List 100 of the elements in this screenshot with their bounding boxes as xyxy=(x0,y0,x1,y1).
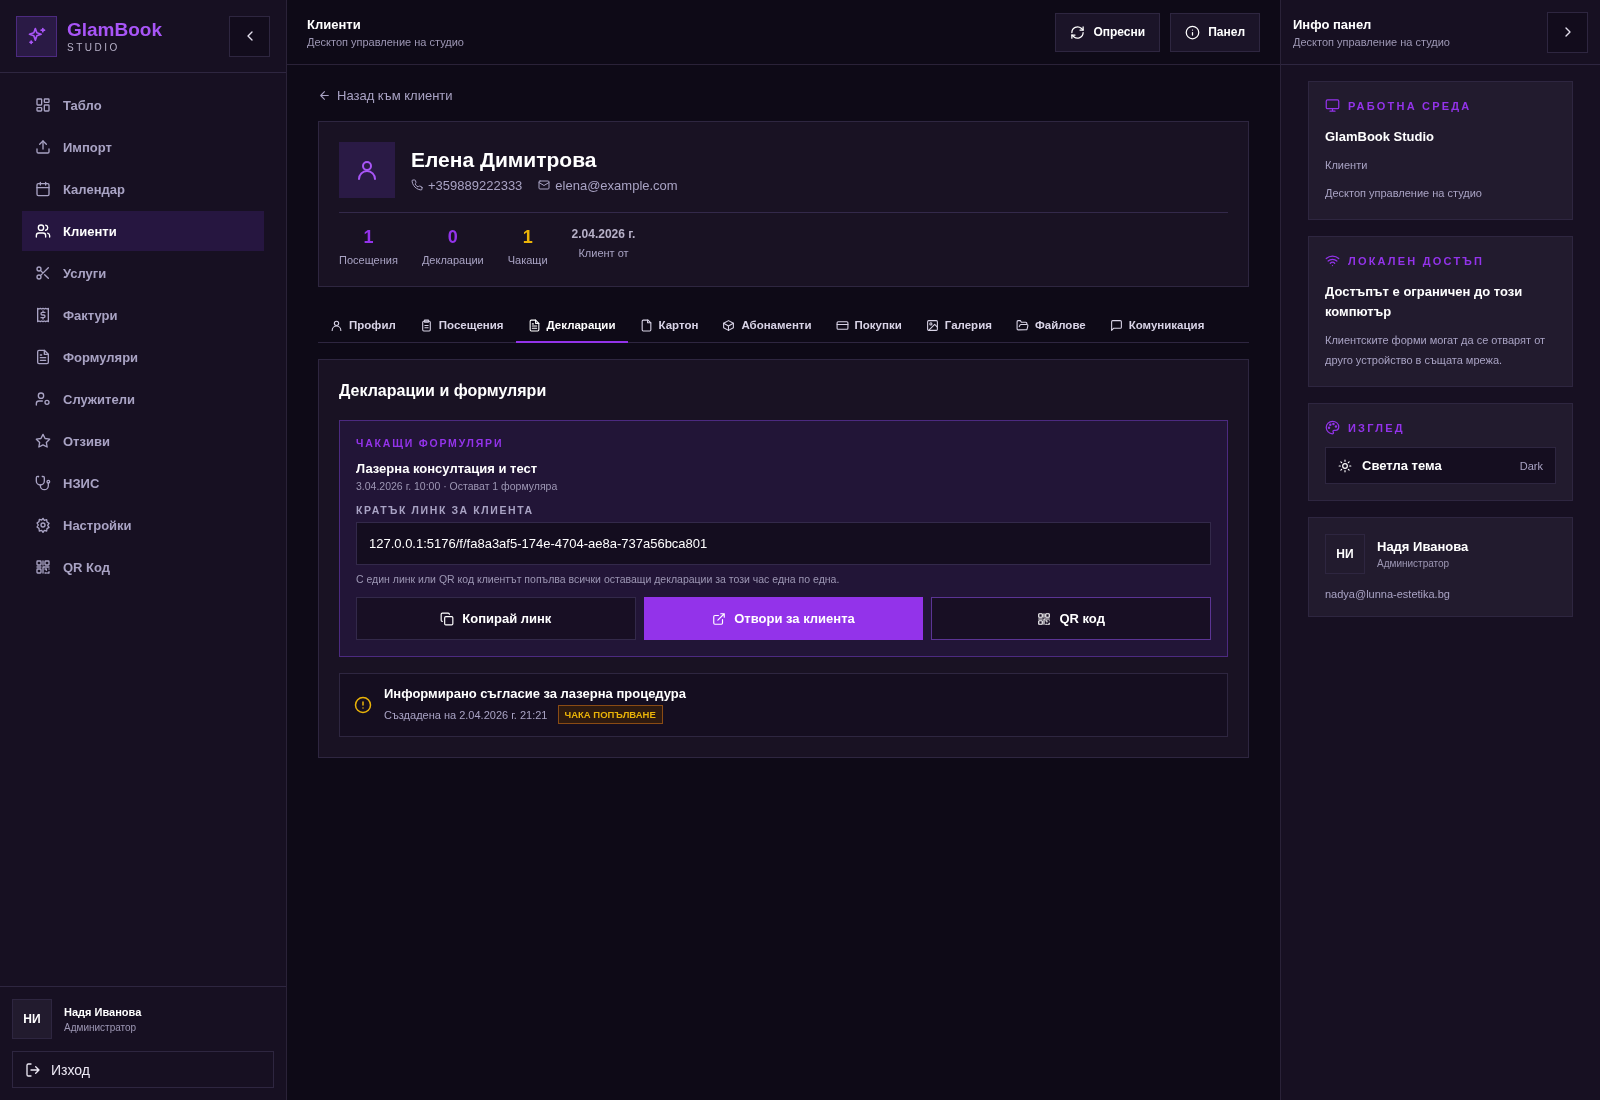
link-hint: С един линк или QR код клиентът попълва всички оставащи декларации за този час една по една. xyxy=(356,573,841,585)
credit-card-icon xyxy=(835,318,849,332)
receipt-icon xyxy=(35,307,51,323)
card-heading: ИЗГЛЕД xyxy=(1348,421,1405,434)
brand-name: GlamBook xyxy=(67,19,163,39)
sidebar-item[interactable]: Настройки xyxy=(22,505,264,545)
client-email: elena@example.com xyxy=(555,177,678,193)
user-icon xyxy=(330,318,343,332)
stat-value: 2.04.2026 г. xyxy=(571,227,636,241)
open-for-client-button[interactable]: Отвори за клиента xyxy=(643,597,924,640)
qr-code-button[interactable]: QR код xyxy=(931,597,1211,640)
tab[interactable]: Декларации xyxy=(515,309,628,343)
refresh-button[interactable]: Опресни xyxy=(1055,12,1161,52)
theme-toggle[interactable]: Светла тема Dark xyxy=(1325,447,1556,484)
mail-icon xyxy=(538,179,551,191)
panel-button[interactable]: Панел xyxy=(1170,12,1260,52)
image-icon xyxy=(925,318,939,332)
grid-icon xyxy=(35,97,51,113)
panel-title: Инфо панел xyxy=(1293,16,1373,32)
collapse-panel-button[interactable] xyxy=(1547,11,1588,53)
workspace-page: Клиенти xyxy=(1325,158,1369,173)
sun-icon xyxy=(1338,458,1352,473)
arrow-left-icon xyxy=(318,88,331,102)
section-title: Декларации и формуляри xyxy=(339,382,548,400)
tab[interactable]: Посещения xyxy=(407,309,516,343)
sidebar-item[interactable]: Услуги xyxy=(22,253,264,293)
external-link-icon xyxy=(712,611,727,626)
stat-value: 1 xyxy=(363,227,374,248)
qr-code-icon xyxy=(1037,611,1052,626)
appointment-title: Лазерна консултация и тест xyxy=(356,461,539,476)
user-role: Администратор xyxy=(1377,558,1451,569)
sidebar-item[interactable]: Табло xyxy=(22,85,264,125)
status-badge: ЧАКА ПОПЪЛВАНЕ xyxy=(557,705,663,724)
appointment-meta: 3.04.2026 г. 10:00 · Остават 1 формуляра xyxy=(356,480,559,492)
star-icon xyxy=(35,433,51,449)
access-title: Достъпът е ограничен до този компютър xyxy=(1325,283,1524,321)
pending-heading: ЧАКАЩИ ФОРМУЛЯРИ xyxy=(356,437,505,449)
info-icon xyxy=(1185,24,1201,40)
declaration-title: Информирано съгласие за лазерна процедура xyxy=(384,686,686,701)
document-icon xyxy=(35,349,51,365)
sidebar-item[interactable]: Формуляри xyxy=(22,337,264,377)
page-title: Клиенти xyxy=(307,16,362,32)
card-heading: ЛОКАЛЕН ДОСТЪП xyxy=(1348,254,1485,267)
logout-icon xyxy=(25,1061,41,1078)
stat-value: 1 xyxy=(522,227,533,248)
client-phone: +359889222333 xyxy=(428,177,523,193)
link-label: КРАТЪК ЛИНК ЗА КЛИЕНТА xyxy=(356,504,535,516)
wifi-icon xyxy=(1325,253,1340,268)
copy-link-button[interactable]: Копирай линк xyxy=(356,597,636,640)
declaration-created: Създадена на 2.04.2026 г. 21:21 xyxy=(384,708,548,721)
sidebar-item[interactable]: Служители xyxy=(22,379,264,419)
stat-value: 0 xyxy=(447,227,458,248)
user-role: Администратор xyxy=(64,1021,138,1033)
tab[interactable]: Галерия xyxy=(913,309,1004,343)
clipboard-icon xyxy=(419,318,433,332)
user-email: nadya@lunna-estetika.bg xyxy=(1325,588,1451,600)
refresh-icon xyxy=(1070,24,1086,40)
tab[interactable]: Комуникация xyxy=(1097,309,1217,343)
tab[interactable]: Абонаменти xyxy=(710,309,824,343)
users-icon xyxy=(35,223,51,239)
alert-icon xyxy=(354,696,372,714)
folder-icon xyxy=(1015,318,1029,332)
tab[interactable]: Покупки xyxy=(823,309,914,343)
document-icon xyxy=(527,318,541,332)
stat-label: Посещения xyxy=(339,254,398,266)
scissors-icon xyxy=(35,265,51,281)
page-subtitle: Десктоп управление на студио xyxy=(307,35,464,48)
back-link[interactable]: Назад към клиенти xyxy=(318,85,453,105)
stat-label: Чакащи xyxy=(507,254,548,266)
user-name: Надя Иванова xyxy=(64,1005,142,1018)
stethoscope-icon xyxy=(35,475,51,491)
stat-label: Декларации xyxy=(421,254,484,266)
settings-icon xyxy=(35,517,51,533)
user-avatar: НИ xyxy=(12,999,52,1039)
sidebar-item[interactable]: Отзиви xyxy=(22,421,264,461)
chat-icon xyxy=(1109,318,1123,332)
tab[interactable]: Профил xyxy=(318,309,408,343)
access-text: Клиентските форми могат да се отварят от друго устройство в същата мрежа. xyxy=(1325,333,1547,368)
sidebar-item[interactable]: Календар xyxy=(22,169,264,209)
page-icon xyxy=(639,318,653,332)
sidebar-item[interactable]: Клиенти xyxy=(22,211,264,251)
link-field[interactable]: 127.0.0.1:5176/f/fa8a3af5-174e-4704-ae8a-737a56bca801 xyxy=(356,522,1211,565)
tab[interactable]: Картон xyxy=(627,309,711,343)
copy-icon xyxy=(440,611,455,626)
sidebar-item[interactable]: QR Код xyxy=(22,547,264,587)
user-icon xyxy=(355,158,379,182)
sidebar-item[interactable]: Импорт xyxy=(22,127,264,167)
collapse-sidebar-button[interactable] xyxy=(229,15,270,57)
upload-icon xyxy=(35,139,51,155)
monitor-icon xyxy=(1325,98,1340,113)
user-name: Надя Иванова xyxy=(1377,539,1469,554)
sidebar-item[interactable]: Фактури xyxy=(22,295,264,335)
tab[interactable]: Файлове xyxy=(1003,309,1098,343)
client-name: Елена Димитрова xyxy=(411,147,598,172)
logout-button[interactable]: Изход xyxy=(12,1051,274,1088)
calendar-icon xyxy=(35,181,51,197)
sparkle-icon xyxy=(26,26,47,46)
panel-subtitle: Десктоп управление на студио xyxy=(1293,35,1450,48)
sidebar-item[interactable]: НЗИС xyxy=(22,463,264,503)
workspace-name: GlamBook Studio xyxy=(1325,128,1436,146)
